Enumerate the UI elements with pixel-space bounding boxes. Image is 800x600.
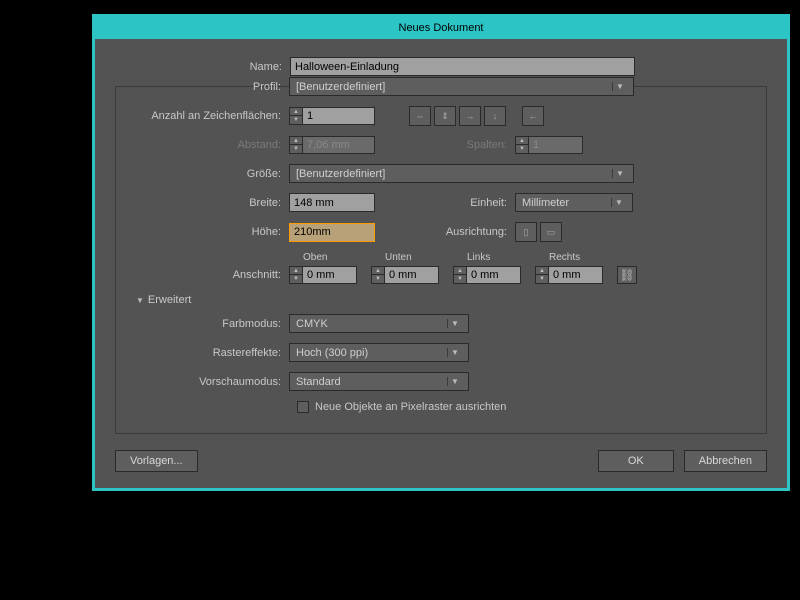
raster-label: Rastereffekte: xyxy=(126,347,289,359)
chevron-down-icon: ▼ xyxy=(447,377,462,386)
bleed-top-spinner[interactable]: ▲▼ xyxy=(289,266,357,284)
raster-select[interactable]: Hoch (300 ppi) ▼ xyxy=(289,343,469,362)
arrange-col-icon[interactable]: ↓ xyxy=(484,106,506,126)
artboards-spinner[interactable]: ▲▼ xyxy=(289,107,375,125)
bleed-left-input[interactable] xyxy=(467,266,521,284)
bleed-right-spinner[interactable]: ▲▼ xyxy=(535,266,603,284)
arrange-row-icon[interactable]: → xyxy=(459,106,481,126)
align-pixel-checkbox[interactable] xyxy=(297,401,309,413)
columns-input xyxy=(529,136,583,154)
bleed-bottom-input[interactable] xyxy=(385,266,439,284)
name-input[interactable] xyxy=(290,57,635,76)
spin-up-icon: ▲ xyxy=(289,136,303,145)
columns-spinner: ▲▼ xyxy=(515,136,583,154)
spacing-label: Abstand: xyxy=(126,139,289,151)
ok-button[interactable]: OK xyxy=(598,450,674,472)
spin-down-icon: ▼ xyxy=(289,145,303,154)
bleed-right-input[interactable] xyxy=(549,266,603,284)
cancel-button[interactable]: Abbrechen xyxy=(684,450,767,472)
unit-select[interactable]: Millimeter ▼ xyxy=(515,193,633,212)
colormode-select[interactable]: CMYK ▼ xyxy=(289,314,469,333)
orientation-portrait-icon[interactable]: ▯ xyxy=(515,222,537,242)
bleed-right-label: Rechts xyxy=(535,252,603,263)
profile-select[interactable]: [Benutzerdefiniert] ▼ xyxy=(289,77,634,96)
new-document-dialog: Neues Dokument Name: Profil: [Benutzerde… xyxy=(92,14,790,491)
spin-up-icon[interactable]: ▲ xyxy=(453,266,467,275)
artboard-arrange-group: ⇔ ⇕ → ↓ ← xyxy=(409,106,544,126)
chevron-down-icon: ▼ xyxy=(611,198,626,207)
bleed-bottom-spinner[interactable]: ▲▼ xyxy=(371,266,439,284)
size-label: Größe: xyxy=(126,168,289,180)
preview-select[interactable]: Standard ▼ xyxy=(289,372,469,391)
bleed-top-label: Oben xyxy=(289,252,357,263)
titlebar: Neues Dokument xyxy=(95,17,787,39)
triangle-down-icon: ▼ xyxy=(136,296,144,305)
columns-label: Spalten: xyxy=(375,139,515,151)
chevron-down-icon: ▼ xyxy=(447,319,462,328)
spin-down-icon[interactable]: ▼ xyxy=(535,275,549,284)
chevron-down-icon: ▼ xyxy=(612,169,627,178)
advanced-toggle[interactable]: ▼ Erweitert xyxy=(136,294,756,306)
spin-down-icon[interactable]: ▼ xyxy=(289,116,303,125)
align-pixel-label: Neue Objekte an Pixelraster ausrichten xyxy=(315,401,506,413)
arrange-rtl-icon[interactable]: ← xyxy=(522,106,544,126)
height-input[interactable] xyxy=(289,223,375,242)
artboards-label: Anzahl an Zeichenflächen: xyxy=(126,110,289,122)
width-label: Breite: xyxy=(126,197,289,209)
document-settings-group: Profil: [Benutzerdefiniert] ▼ Anzahl an … xyxy=(115,86,767,434)
bleed-label: Anschnitt: xyxy=(126,269,289,284)
spin-up-icon[interactable]: ▲ xyxy=(289,266,303,275)
colormode-label: Farbmodus: xyxy=(126,318,289,330)
spin-down-icon[interactable]: ▼ xyxy=(453,275,467,284)
arrange-grid-col-icon[interactable]: ⇕ xyxy=(434,106,456,126)
bleed-left-spinner[interactable]: ▲▼ xyxy=(453,266,521,284)
spin-up-icon[interactable]: ▲ xyxy=(289,107,303,116)
orientation-label: Ausrichtung: xyxy=(375,226,515,238)
name-label: Name: xyxy=(115,61,290,73)
arrange-grid-row-icon[interactable]: ⇔ xyxy=(409,106,431,126)
profile-label: Profil: xyxy=(126,81,289,93)
unit-label: Einheit: xyxy=(375,197,515,209)
spin-down-icon[interactable]: ▼ xyxy=(289,275,303,284)
bleed-left-label: Links xyxy=(453,252,521,263)
spacing-input xyxy=(303,136,375,154)
chevron-down-icon: ▼ xyxy=(612,82,627,91)
templates-button[interactable]: Vorlagen... xyxy=(115,450,198,472)
spin-down-icon[interactable]: ▼ xyxy=(371,275,385,284)
spin-up-icon[interactable]: ▲ xyxy=(371,266,385,275)
spin-up-icon[interactable]: ▲ xyxy=(535,266,549,275)
chevron-down-icon: ▼ xyxy=(447,348,462,357)
preview-label: Vorschaumodus: xyxy=(126,376,289,388)
spin-down-icon: ▼ xyxy=(515,145,529,154)
width-input[interactable] xyxy=(289,193,375,212)
bleed-top-input[interactable] xyxy=(303,266,357,284)
spin-up-icon: ▲ xyxy=(515,136,529,145)
artboards-input[interactable] xyxy=(303,107,375,125)
spacing-spinner: ▲▼ xyxy=(289,136,375,154)
orientation-landscape-icon[interactable]: ▭ xyxy=(540,222,562,242)
height-label: Höhe: xyxy=(126,226,289,238)
link-bleed-icon[interactable]: ⛓ xyxy=(617,266,637,284)
size-select[interactable]: [Benutzerdefiniert] ▼ xyxy=(289,164,634,183)
bleed-bottom-label: Unten xyxy=(371,252,439,263)
dialog-title: Neues Dokument xyxy=(399,22,484,34)
